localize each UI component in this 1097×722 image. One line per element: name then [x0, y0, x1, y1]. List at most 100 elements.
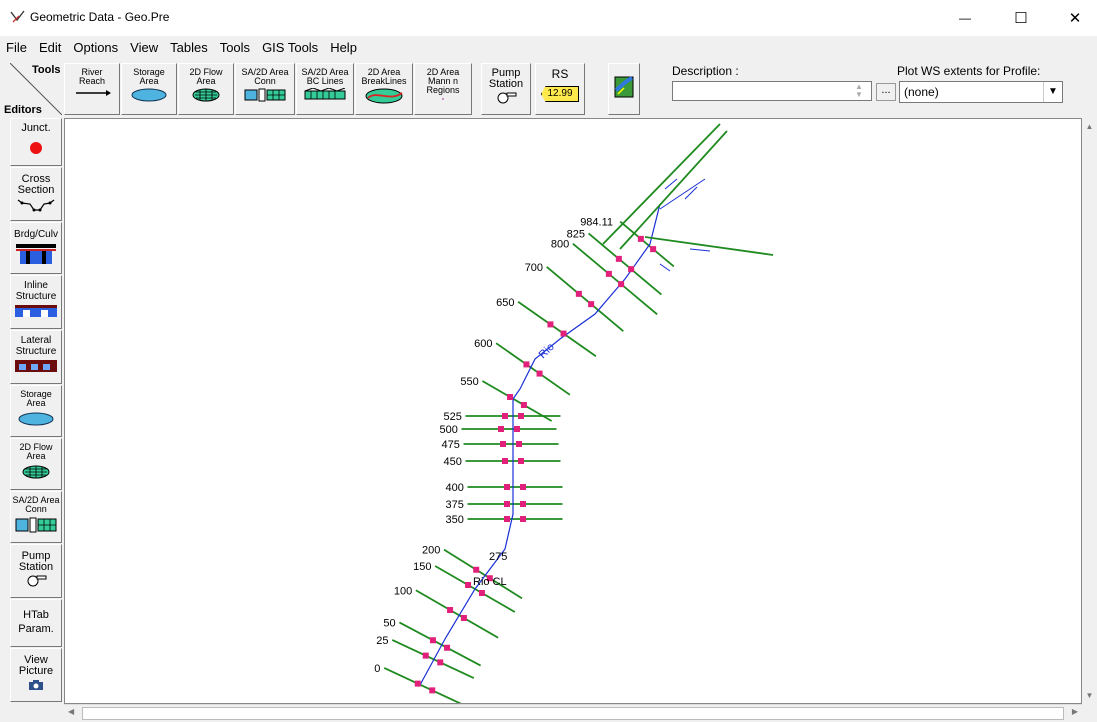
- bank-station-marker: [516, 441, 522, 447]
- plot-ws-label: Plot WS extents for Profile:: [897, 64, 1041, 78]
- bank-station-marker: [628, 266, 635, 273]
- menu-tools[interactable]: Tools: [214, 38, 256, 57]
- bank-station-marker: [422, 652, 429, 659]
- chevron-down-icon[interactable]: ▼: [1043, 82, 1062, 102]
- description-spin-icon[interactable]: ▲ ▼: [852, 83, 866, 99]
- rs-tag-icon: 12.99: [541, 86, 579, 102]
- cross-section-editor-button[interactable]: Cross Section: [10, 167, 62, 221]
- station-label: 400: [446, 482, 464, 494]
- scroll-up-icon[interactable]: ▲: [1082, 122, 1097, 131]
- rs-value: 12.99: [547, 88, 573, 99]
- lateral-structure-editor-button[interactable]: Lateral Structure: [10, 330, 62, 384]
- scroll-right-icon[interactable]: ▶: [1072, 707, 1078, 716]
- sa-2d-conn-tool-label: SA/2D Area Conn: [241, 67, 289, 86]
- river-reach-icon: [76, 90, 111, 96]
- pump-station-editor-button[interactable]: Pump Station: [10, 544, 62, 598]
- 2d-flow-area-tool-button[interactable]: 2D Flow Area: [178, 63, 234, 115]
- htab-param-button[interactable]: HTab Param.: [10, 599, 62, 647]
- bank-station-marker: [460, 615, 467, 621]
- htab-param-label: HTab Param.: [18, 609, 54, 635]
- description-field[interactable]: [672, 81, 872, 101]
- scroll-left-icon[interactable]: ◀: [68, 707, 74, 716]
- cross-section-line[interactable]: [495, 342, 571, 396]
- minimize-button[interactable]: —: [950, 6, 980, 30]
- 2d-flow-area-icon: [22, 465, 50, 479]
- menu-file[interactable]: File: [0, 38, 33, 57]
- pump-station-editor-label: Pump Station: [18, 550, 54, 573]
- mann-regions-tool-button[interactable]: 2D Area Mann n Regions: [414, 63, 472, 115]
- cross-section-line[interactable]: [517, 301, 597, 357]
- breaklines-tool-label: 2D Area BreakLines: [361, 67, 407, 86]
- bank-station-marker: [414, 680, 421, 687]
- bank-station-marker: [650, 246, 657, 253]
- river-reach-button[interactable]: River Reach: [64, 63, 120, 115]
- 2d-flow-area-editor-button[interactable]: 2D Flow Area: [10, 438, 62, 490]
- bridge-icon: [16, 244, 56, 264]
- inline-structure-editor-button[interactable]: Inline Structure: [10, 275, 62, 329]
- pump-station-icon: [27, 575, 47, 587]
- bank-station-marker: [588, 301, 595, 308]
- cross-section-line[interactable]: [481, 380, 553, 422]
- title-bar: Geometric Data - Geo.Pre — ☐ ✕: [0, 0, 1097, 36]
- station-label: 25: [376, 635, 388, 647]
- storage-area-tool-button[interactable]: Storage Area: [121, 63, 177, 115]
- cross-section-line[interactable]: [391, 639, 475, 679]
- inline-structure-label: Inline Structure: [15, 280, 57, 302]
- station-label: 984.11: [580, 217, 613, 229]
- menu-options[interactable]: Options: [67, 38, 124, 57]
- lateral-structure-label: Lateral Structure: [15, 335, 57, 357]
- station-label: 525: [444, 411, 462, 423]
- bc-lines-tool-label: SA/2D Area BC Lines: [301, 67, 349, 86]
- cross-section-line[interactable]: [383, 667, 466, 703]
- maximize-button[interactable]: ☐: [1006, 6, 1036, 30]
- geometry-canvas[interactable]: 0 25 50 100 150 200 275 350 375 400 450 475 500 525 55…: [64, 118, 1082, 704]
- bc-lines-tool-button[interactable]: SA/2D Area BC Lines: [296, 63, 354, 115]
- minimize-icon: —: [959, 11, 971, 25]
- bank-station-marker: [605, 270, 612, 277]
- river-schematic[interactable]: 0 25 50 100150 200 275 350 375 400 450 475 500525 55…: [65, 119, 1081, 703]
- bank-station-marker: [504, 484, 510, 490]
- cross-section-line[interactable]: [415, 589, 499, 639]
- view-picture-button[interactable]: View Picture: [10, 648, 62, 702]
- menu-tables[interactable]: Tables: [164, 38, 214, 57]
- sa-2d-conn-tool-button[interactable]: SA/2D Area Conn: [235, 63, 295, 115]
- menu-view[interactable]: View: [124, 38, 164, 57]
- upstream-junction[interactable]: [602, 123, 774, 272]
- rs-label: RS: [551, 67, 569, 81]
- station-label: 475: [442, 439, 460, 451]
- bc-lines-icon: [304, 88, 346, 100]
- menu-bar: File Edit Options View Tables Tools GIS Tools H…: [0, 38, 363, 58]
- pump-station-tool-button[interactable]: Pump Station: [481, 63, 531, 115]
- station-label: 375: [446, 499, 464, 511]
- menu-gis-tools[interactable]: GIS Tools: [256, 38, 324, 57]
- menu-edit[interactable]: Edit: [33, 38, 67, 57]
- tools-label: Tools: [32, 64, 61, 76]
- sa-2d-conn-editor-button[interactable]: SA/2D Area Conn: [10, 491, 62, 543]
- breaklines-tool-button[interactable]: 2D Area BreakLines: [355, 63, 413, 115]
- cross-section-line[interactable]: [398, 621, 482, 667]
- station-label: 50: [383, 617, 395, 629]
- description-label: Description :: [672, 64, 739, 78]
- cross-section-line[interactable]: [572, 242, 658, 316]
- horizontal-scrollbar[interactable]: ◀ ▶: [64, 704, 1082, 721]
- background-map-button[interactable]: [608, 63, 640, 115]
- station-label: 100: [394, 585, 412, 597]
- station-label: 350: [446, 514, 464, 526]
- scroll-thumb[interactable]: [82, 707, 1064, 720]
- river-station-button[interactable]: RS 12.99: [535, 63, 585, 115]
- vertical-scrollbar[interactable]: ▲ ▼: [1082, 118, 1097, 704]
- mann-regions-icon: [442, 98, 444, 100]
- 2d-flow-area-editor-label: 2D Flow Area: [19, 442, 53, 461]
- bridge-editor-button[interactable]: Brdg/Culv: [10, 222, 62, 274]
- plot-ws-profile-select[interactable]: (none) ▼: [899, 81, 1063, 103]
- scroll-down-icon[interactable]: ▼: [1082, 691, 1097, 700]
- cross-section-line[interactable]: [619, 220, 675, 268]
- window-title: Geometric Data - Geo.Pre: [30, 10, 170, 24]
- storage-area-editor-button[interactable]: Storage Area: [10, 385, 62, 437]
- menu-help[interactable]: Help: [324, 38, 363, 57]
- description-browse-button[interactable]: ...: [876, 83, 896, 101]
- bank-station-marker: [575, 290, 582, 297]
- mann-regions-tool-label: 2D Area Mann n Regions: [426, 67, 460, 95]
- junction-editor-button[interactable]: Junct.: [10, 118, 62, 166]
- close-button[interactable]: ✕: [1060, 6, 1090, 30]
